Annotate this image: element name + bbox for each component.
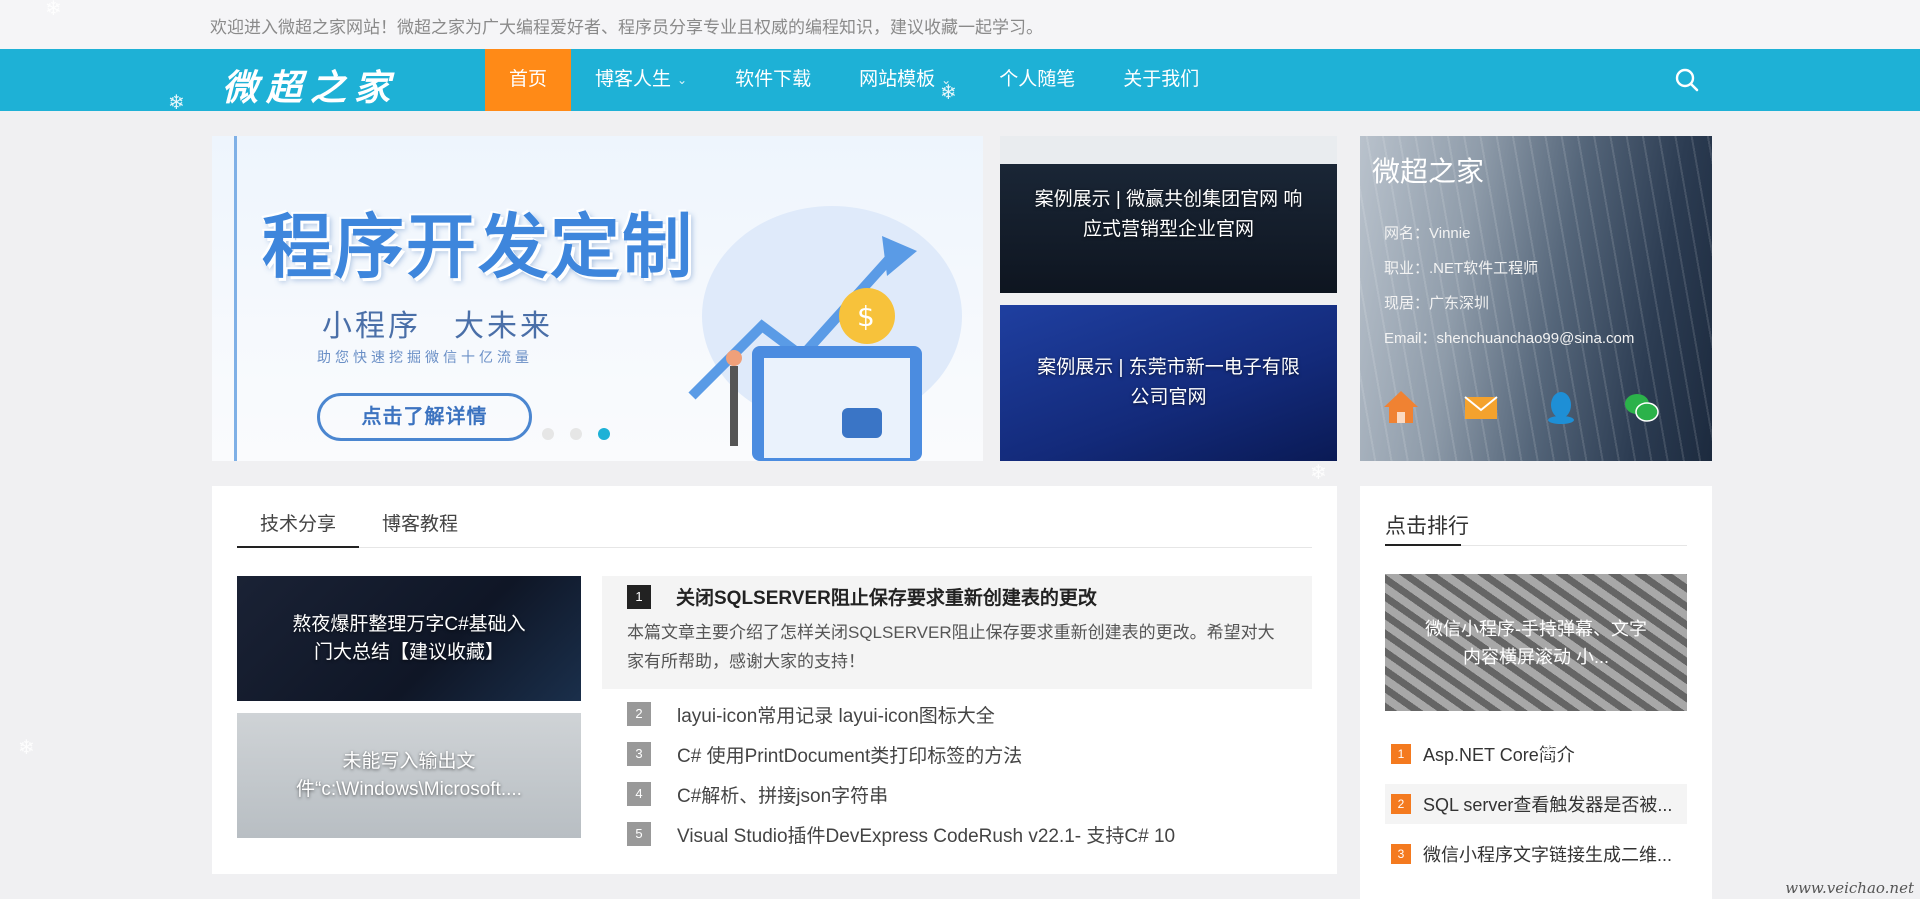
ranking-item[interactable]: 1 Asp.NET Core简介	[1360, 734, 1712, 774]
rank-badge: 1	[627, 585, 651, 609]
ranking-heading-text: 点击排行	[1385, 515, 1469, 538]
main-nav: 微超之家 首页 博客人生 ⌄ 软件下载 网站模板 ⌄ 个人随笔 关于我们	[0, 49, 1920, 111]
rank-badge: 3	[627, 742, 651, 766]
nav-item-home[interactable]: 首页	[485, 49, 572, 111]
ranking-item[interactable]: 3 微信小程序文字链接生成二维...	[1360, 834, 1712, 874]
nav-item-label: 关于我们	[1123, 69, 1200, 90]
nav-item-personal-essays[interactable]: 个人随笔	[975, 49, 1099, 111]
banner-tagline: 助您快速挖掘微信十亿流量	[317, 349, 533, 365]
featured-article[interactable]: 1 关闭SQLSERVER阻止保存要求重新创建表的更改 本篇文章主要介绍了怎样关…	[602, 576, 1312, 689]
snowflake-icon: ❄	[45, 0, 62, 20]
nav-item-label: 个人随笔	[999, 69, 1076, 90]
snowflake-icon: ❄	[1310, 462, 1327, 484]
nav-item-label: 网站模板	[859, 69, 936, 90]
article-thumbnail[interactable]: 熬夜爆肝整理万字C#基础入门大总结【建议收藏】	[237, 576, 581, 701]
article-title[interactable]: C# 使用PrintDocument类打印标签的方法	[677, 741, 1022, 768]
profile-name: 网名：Vinnie	[1384, 225, 1471, 242]
profile-social-icons	[1382, 388, 1660, 426]
tab-blog-tutorial[interactable]: 博客教程	[359, 512, 481, 548]
profile-title: 微超之家	[1372, 156, 1485, 187]
tab-tech-share[interactable]: 技术分享	[237, 512, 360, 548]
banner-illustration: $	[688, 206, 962, 461]
rank-badge: 3	[1391, 844, 1411, 864]
snowflake-icon: ❄	[168, 92, 185, 114]
article-title[interactable]: layui-icon常用记录 layui-icon图标大全	[677, 701, 995, 728]
ranking-featured-image[interactable]: 微信小程序-手持弹幕、文字内容横屏滚动 小...	[1385, 574, 1687, 711]
list-item[interactable]: 5 Visual Studio插件DevExpress CodeRush v22.…	[627, 814, 1175, 854]
case-caption: 案例展示 | 东莞市新一电子有限公司官网	[1037, 357, 1300, 408]
nav-item-about-us[interactable]: 关于我们	[1099, 49, 1223, 111]
rank-badge: 5	[627, 822, 651, 846]
snowflake-icon: ❄	[1540, 742, 1557, 764]
article-title[interactable]: C#解析、拼接json字符串	[677, 781, 888, 808]
articles-panel: 技术分享 博客教程 熬夜爆肝整理万字C#基础入门大总结【建议收藏】 未能写入输出…	[212, 486, 1337, 874]
nav-item-blog-life[interactable]: 博客人生 ⌄	[571, 49, 711, 111]
hero-banner[interactable]: $ 程序开发定制 小程序 大未来 助您快速挖掘微信十亿流量 点击了解详情	[212, 136, 983, 461]
ranking-item[interactable]: 2 SQL server查看触发器是否被...	[1385, 784, 1687, 824]
list-item[interactable]: 2 layui-icon常用记录 layui-icon图标大全	[627, 694, 1175, 734]
rank-badge: 1	[1391, 744, 1411, 764]
ranking-item-title[interactable]: 微信小程序文字链接生成二维...	[1423, 841, 1672, 867]
home-icon[interactable]	[1382, 388, 1420, 426]
rank-badge: 2	[627, 702, 651, 726]
thumbnail-caption: 未能写入输出文件“c:\Windows\Microsoft....	[296, 750, 522, 800]
snowflake-icon: ❄	[18, 737, 35, 759]
slider-dots	[542, 428, 610, 440]
banner-subtitle: 小程序 大未来	[322, 310, 553, 343]
article-list: 2 layui-icon常用记录 layui-icon图标大全 3 C# 使用Pri…	[627, 694, 1175, 854]
thumbnail-caption: 熬夜爆肝整理万字C#基础入门大总结【建议收藏】	[292, 613, 526, 663]
search-icon[interactable]	[1674, 67, 1700, 93]
profile-card: 微超之家 网名：Vinnie 职业：.NET软件工程师 现居：广东深圳 Emai…	[1360, 136, 1712, 461]
banner-accent-line	[234, 136, 237, 461]
nav-item-label: 博客人生	[595, 69, 672, 90]
slider-dot[interactable]	[542, 428, 554, 440]
profile-job: 职业：.NET软件工程师	[1384, 260, 1539, 277]
svg-text:$: $	[857, 300, 875, 333]
watermark: www.veichao.net	[1785, 879, 1914, 897]
nav-menu: 首页 博客人生 ⌄ 软件下载 网站模板 ⌄ 个人随笔 关于我们	[485, 49, 1223, 111]
welcome-text: 欢迎进入微超之家网站！微超之家为广大编程爱好者、程序员分享专业且权威的编程知识，…	[210, 18, 1043, 37]
click-ranking-panel: 点击排行 微信小程序-手持弹幕、文字内容横屏滚动 小... 1 Asp.NET C…	[1360, 486, 1712, 899]
list-item[interactable]: 3 C# 使用PrintDocument类打印标签的方法	[627, 734, 1175, 774]
mail-icon[interactable]	[1462, 388, 1500, 426]
site-logo[interactable]: 微超之家	[222, 59, 398, 111]
rank-badge: 4	[627, 782, 651, 806]
wechat-icon[interactable]	[1622, 388, 1660, 426]
nav-item-label: 首页	[509, 69, 548, 90]
article-tabs: 技术分享 博客教程	[237, 512, 1312, 548]
rank-badge: 2	[1391, 794, 1411, 814]
profile-location: 现居：广东深圳	[1384, 295, 1490, 312]
article-thumbnail[interactable]: 未能写入输出文件“c:\Windows\Microsoft....	[237, 713, 581, 838]
case-card[interactable]: 案例展示 | 东莞市新一电子有限公司官网	[1000, 305, 1337, 461]
ranking-item-title[interactable]: SQL server查看触发器是否被...	[1423, 791, 1672, 817]
case-caption: 案例展示 | 微赢共创集团官网 响应式营销型企业官网	[1034, 188, 1303, 240]
heading-underline	[1385, 544, 1461, 546]
article-title[interactable]: Visual Studio插件DevExpress CodeRush v22.1…	[677, 821, 1175, 848]
list-item[interactable]: 4 C#解析、拼接json字符串	[627, 774, 1175, 814]
featured-article-desc: 本篇文章主要介绍了怎样关闭SQLSERVER阻止保存要求重新创建表的更改。希望对…	[627, 623, 1275, 671]
profile-email: Email：shenchuanchao99@sina.com	[1384, 330, 1635, 347]
case-card[interactable]: 案例展示 | 微赢共创集团官网 响应式营销型企业官网	[1000, 136, 1337, 293]
qq-icon[interactable]	[1542, 388, 1580, 426]
top-bar: 欢迎进入微超之家网站！微超之家为广大编程爱好者、程序员分享专业且权威的编程知识，…	[0, 0, 1920, 49]
ranking-heading: 点击排行	[1385, 510, 1687, 546]
chevron-down-icon: ⌄	[677, 73, 688, 87]
snowflake-icon: ❄	[940, 82, 957, 104]
nav-item-label: 软件下载	[735, 69, 812, 90]
slider-dot[interactable]	[570, 428, 582, 440]
slider-dot-active[interactable]	[598, 428, 610, 440]
nav-item-software-download[interactable]: 软件下载	[711, 49, 835, 111]
featured-article-title[interactable]: 关闭SQLSERVER阻止保存要求重新创建表的更改	[676, 583, 1097, 610]
learn-more-button[interactable]: 点击了解详情	[317, 393, 532, 441]
ranking-image-caption: 微信小程序-手持弹幕、文字内容横屏滚动 小...	[1425, 618, 1647, 667]
